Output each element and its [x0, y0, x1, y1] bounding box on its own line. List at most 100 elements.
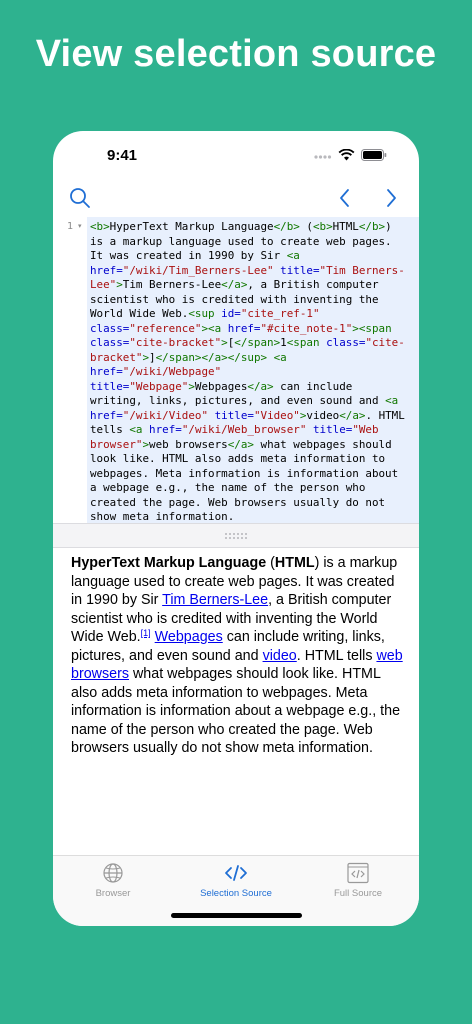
code-token: "#cite_note-1" [260, 321, 353, 335]
code-token: web browsers [149, 437, 228, 451]
headline: View selection source [35, 33, 437, 75]
tab-label-selection-source: Selection Source [200, 888, 272, 899]
code-token: , a British computer [247, 278, 379, 291]
status-icons [314, 149, 387, 161]
code-token: title= [90, 379, 130, 393]
code-document-icon [347, 862, 369, 884]
code-line: href="/wiki/Tim_Berners-Lee" title="Tim … [90, 264, 416, 279]
code-line: class="reference"><a href="#cite_note-1"… [90, 322, 416, 337]
previous-button[interactable] [328, 181, 362, 215]
preview-bold-abbr: HTML [274, 555, 315, 571]
code-token: "cite-bracket" [129, 336, 222, 349]
home-indicator [171, 913, 302, 918]
code-token: </a> [221, 278, 248, 291]
code-line: It was created in 1990 by Sir <a [90, 249, 416, 264]
code-line: scientist who is credited with inventing… [90, 293, 416, 308]
search-icon [70, 188, 90, 208]
code-line: <b>HyperText Markup Language</b> (<b>HTM… [90, 220, 416, 235]
code-token: class= [90, 321, 130, 335]
code-token: Lee" [90, 278, 117, 291]
code-token: <b> [90, 220, 110, 233]
code-line: webpages. Meta information is informatio… [90, 467, 416, 482]
code-token: href= [90, 263, 123, 277]
code-token: Tim Berners-Lee [122, 278, 222, 291]
code-token: can include [273, 379, 353, 393]
code-token: class= [326, 336, 366, 349]
preview-bold-title: HyperText Markup Language [71, 555, 267, 571]
code-line: title="Webpage">Webpages</a> can include [90, 380, 416, 395]
code-icon [225, 865, 247, 881]
link-webpages[interactable]: Webpages [155, 629, 223, 645]
chevron-left-icon [340, 189, 349, 207]
code-token: ( [299, 220, 313, 233]
citation-link[interactable]: [1] [141, 628, 151, 638]
code-token: browser" [90, 437, 143, 451]
code-token: tells [90, 423, 130, 436]
code-token: href= [149, 423, 182, 436]
code-line: a webpage e.g., the name of the person w… [90, 481, 416, 496]
tab-browser[interactable]: Browser [53, 862, 173, 902]
code-token: webpages. Meta information is informatio… [90, 466, 399, 480]
tab-full-source[interactable]: Full Source [298, 862, 418, 902]
code-token: is a markup language used to create web … [90, 234, 392, 248]
drag-handle-icon [225, 532, 247, 539]
status-time: 9:41 [107, 147, 138, 164]
line-gutter: 1 ▾ [53, 217, 87, 523]
code-token: ) [385, 220, 392, 233]
code-token: </b> [273, 220, 300, 233]
code-line: look like. HTML also adds meta informati… [90, 452, 416, 467]
code-token: . HTML [365, 408, 405, 422]
code-line: World Wide Web.<sup id="cite_ref-1" [90, 307, 416, 322]
code-token: <a [286, 249, 300, 262]
code-token: writing, links, pictures, and even sound… [90, 394, 386, 407]
code-token: </a> [339, 408, 366, 422]
next-button[interactable] [374, 181, 408, 215]
code-token: <sup [188, 307, 215, 320]
code-line: tells <a href="/wiki/Web_browser" title=… [90, 423, 416, 438]
code-token: "Video" [253, 408, 300, 422]
code-token: what webpages should [253, 437, 392, 451]
split-view-handle[interactable] [53, 523, 419, 548]
fold-arrow-icon[interactable]: ▾ [78, 222, 82, 230]
code-token: </b> [358, 220, 386, 233]
code-token: <span [286, 336, 320, 349]
code-token: World Wide Web. [90, 307, 189, 320]
code-text[interactable]: <b>HyperText Markup Language</b> (<b>HTM… [90, 220, 416, 523]
code-line: created the page. Web browsers usually d… [90, 496, 416, 511]
signal-icon [314, 155, 332, 159]
code-token: "Tim Berners- [319, 263, 405, 277]
code-token: "cite_ref-1" [240, 307, 320, 320]
code-token: "Web [352, 423, 379, 436]
code-line: bracket">]</span></a></sup> <a [90, 351, 416, 366]
search-button[interactable] [63, 181, 97, 215]
tab-selection-source[interactable]: Selection Source [176, 862, 296, 902]
code-token: <a [385, 394, 399, 407]
code-line: Lee">Tim Berners-Lee</a>, a British comp… [90, 278, 416, 293]
code-line: browser">web browsers</a> what webpages … [90, 438, 416, 453]
status-bar: 9:41 [53, 131, 419, 177]
code-token: show meta information. [90, 510, 235, 523]
code-token: "/wiki/Webpage" [122, 365, 222, 378]
code-token: scientist who is credited with inventing… [90, 292, 379, 306]
code-token: <a [129, 423, 143, 436]
code-token: "/wiki/Web_browser" [181, 423, 307, 436]
code-token: video [306, 408, 340, 422]
link-video[interactable]: video [263, 648, 297, 664]
code-token: HTML [332, 220, 359, 233]
code-token: </a> [247, 379, 274, 393]
link-tim-berners-lee[interactable]: Tim Berners-Lee [162, 592, 268, 608]
code-token: look like. HTML also adds meta informati… [90, 452, 386, 465]
code-token: "reference" [129, 321, 202, 335]
code-token: title= [214, 408, 254, 422]
phone-screen: 9:41 1 ▾ <b>HyperText Markup Language</b… [53, 131, 419, 926]
code-token: title= [312, 423, 353, 436]
code-token: created the page. Web browsers usually d… [90, 495, 386, 509]
code-token: bracket" [90, 350, 143, 364]
code-line: href="/wiki/Video" title="Video">video</… [90, 409, 416, 424]
code-line: href="/wiki/Webpage" [90, 365, 416, 380]
code-token: </span></a></sup> [155, 350, 268, 364]
source-code-editor[interactable]: 1 ▾ <b>HyperText Markup Language</b> (<b… [53, 217, 419, 523]
code-token: href= [227, 321, 261, 335]
code-token: HyperText Markup Language [109, 220, 274, 233]
code-line: is a markup language used to create web … [90, 235, 416, 250]
